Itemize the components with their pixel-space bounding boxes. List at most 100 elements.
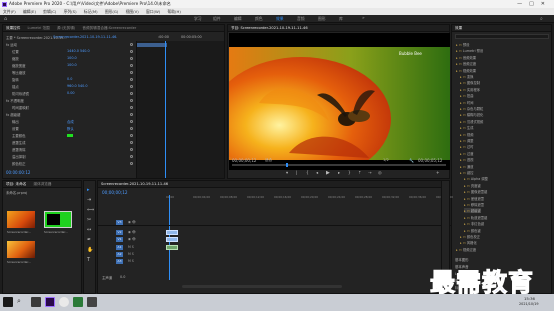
project-item-name-1[interactable]: Screenrecorder...	[7, 230, 31, 234]
effect-tree-item[interactable]: 透视	[460, 157, 474, 162]
effect-property-value[interactable]: 100.0	[67, 63, 77, 67]
tab-lumetri-scopes[interactable]: Lumetri 范围	[28, 26, 50, 30]
sequence-clip-label[interactable]: Screenrecorder-2021-10-19-11-11-46.	[53, 35, 117, 39]
effect-property-value[interactable]: 0.00	[67, 91, 75, 95]
clip-v2[interactable]	[166, 230, 178, 235]
effect-tree-item[interactable]: 颜色键	[464, 228, 481, 233]
ws-audio[interactable]: 音频	[297, 16, 305, 22]
mark-in-icon[interactable]: ▾	[286, 170, 288, 175]
track-mute-solo-icon[interactable]: M S	[128, 259, 134, 263]
effect-tree-item[interactable]: 视频	[460, 132, 474, 137]
track-target-label[interactable]: A2	[116, 252, 123, 257]
window-controls[interactable]: —□✕	[517, 0, 552, 8]
app-taskbar-icon-1[interactable]	[73, 297, 83, 307]
track-visibility-icon[interactable]: ◉ 👁	[128, 230, 136, 234]
reset-icon[interactable]	[130, 154, 133, 158]
fit-dropdown[interactable]: 适合	[265, 158, 272, 163]
effect-tree-item[interactable]: Lumetri 预设	[456, 48, 483, 53]
clock-time[interactable]: 15:36	[524, 296, 535, 301]
effect-tree-item[interactable]: 图像控制	[460, 80, 480, 85]
reset-icon[interactable]	[130, 119, 133, 123]
menu-marker[interactable]: 标记(M)	[84, 9, 98, 14]
effect-tree-item[interactable]: 亮度键	[464, 183, 481, 188]
ws-libraries[interactable]: 库	[339, 16, 343, 22]
razor-tool-icon[interactable]: ✂	[87, 217, 91, 223]
ws-graphics[interactable]: 图形	[318, 16, 326, 22]
reset-icon[interactable]	[130, 70, 133, 74]
home-icon[interactable]: ⌂	[4, 16, 7, 22]
program-current-time[interactable]: 00;00;00;12	[232, 158, 256, 163]
lift-icon[interactable]: ⇡	[358, 170, 362, 175]
reset-icon[interactable]	[130, 140, 133, 144]
menu-clip[interactable]: 剪辑(C)	[43, 9, 56, 14]
project-thumbnail-3[interactable]	[7, 241, 35, 258]
effect-tree-item[interactable]: 音频效果	[456, 55, 476, 60]
keyframe-area[interactable]	[136, 41, 224, 178]
ws-editing[interactable]: 编辑	[234, 16, 242, 22]
track-target-label[interactable]: V1	[116, 237, 123, 242]
reset-icon[interactable]	[130, 42, 133, 46]
effect-property-value[interactable]: 960.0 540.0	[67, 84, 88, 88]
timeline-timecode[interactable]: 00;00;00;12	[102, 190, 128, 195]
effects-search-input[interactable]	[455, 34, 549, 39]
pen-tool-icon[interactable]: ✒	[87, 237, 91, 243]
effect-property-value[interactable]: 合成	[67, 119, 74, 124]
effect-tree-item[interactable]: 风格化	[460, 240, 477, 245]
effect-tree-item[interactable]: 轨道遮罩键	[464, 215, 487, 220]
effect-property-value[interactable]: 0.0	[67, 77, 72, 81]
track-target-label[interactable]: A1	[116, 245, 123, 250]
tab-sequence[interactable]: Screenrecorder-2021-10-19-11-11-46	[101, 182, 168, 186]
step-forward-icon[interactable]: ▸	[338, 170, 340, 175]
reset-icon[interactable]	[130, 126, 133, 130]
clock-date[interactable]: 2021/10/19	[519, 302, 539, 306]
ripple-edit-tool-icon[interactable]: ⟺	[87, 207, 94, 213]
extract-icon[interactable]: ⇢	[368, 170, 372, 175]
effect-property-value[interactable]: 默认	[67, 126, 74, 131]
ws-learning[interactable]: 学习	[194, 16, 202, 22]
reset-icon[interactable]	[130, 112, 133, 116]
effect-tree-item[interactable]: 图像遮罩键	[464, 189, 487, 194]
effect-tree-item[interactable]: 调整	[460, 138, 474, 143]
effect-tree-item[interactable]: Alpha 调整	[464, 176, 488, 181]
more-workspaces-icon[interactable]: »	[362, 16, 365, 21]
track-select-tool-icon[interactable]: ⇥	[87, 197, 91, 203]
effect-tree-item[interactable]: 视频效果	[456, 68, 476, 73]
search-icon[interactable]: ⌕	[540, 16, 543, 22]
menu-sequence[interactable]: 序列(S)	[64, 9, 77, 14]
track-mute-solo-icon[interactable]: M S	[128, 252, 134, 256]
tab-media-browser[interactable]: 媒体浏览器	[33, 182, 51, 186]
add-button-icon[interactable]: +	[436, 170, 440, 175]
effect-tree-item[interactable]: 差值遮罩	[464, 196, 484, 201]
slip-tool-icon[interactable]: ↔	[87, 227, 91, 233]
effect-tree-item[interactable]: 键控	[460, 170, 474, 175]
tab-effect-controls[interactable]: 效果控件	[6, 26, 20, 30]
wrench-icon[interactable]: 🔧	[409, 158, 414, 163]
ws-effects[interactable]: 效果	[276, 16, 284, 22]
menu-file[interactable]: 文件(F)	[3, 9, 16, 14]
track-visibility-icon[interactable]: ◉ 👁	[128, 220, 136, 224]
ws-assembly[interactable]: 组件	[213, 16, 221, 22]
track-header[interactable]: V3 ◉ 👁	[102, 220, 164, 226]
effect-controls-timecode[interactable]: 00:00:00:12	[6, 170, 30, 175]
export-frame-icon[interactable]: ◎	[378, 170, 382, 175]
app-taskbar-icon-2[interactable]	[87, 297, 97, 307]
menu-view[interactable]: 视图(V)	[126, 9, 139, 14]
reset-icon[interactable]	[130, 133, 133, 137]
menu-graphics[interactable]: 图形(G)	[105, 9, 119, 14]
effect-tree-item[interactable]: 沉浸式视频	[460, 119, 483, 124]
program-playhead[interactable]	[286, 163, 288, 167]
effect-tree-item[interactable]: 模糊与锐化	[460, 112, 483, 117]
premiere-taskbar-icon[interactable]	[45, 297, 55, 307]
go-to-out-icon[interactable]: }	[348, 170, 351, 175]
menu-edit[interactable]: 编辑(E)	[23, 9, 36, 14]
effect-tree-item[interactable]: 视频过渡	[456, 247, 476, 252]
resolution-dropdown[interactable]: 1/2	[383, 158, 389, 162]
selection-tool-icon[interactable]: ▸	[87, 187, 90, 193]
effect-tree-item[interactable]: 杂色与颗粒	[460, 106, 483, 111]
track-header[interactable]: A3 M S	[102, 259, 164, 265]
track-header[interactable]: A1 M S	[102, 245, 164, 251]
panel-tab-1[interactable]: 基本图形	[455, 257, 469, 262]
project-thumbnail-2[interactable]	[44, 211, 72, 228]
effect-tree-item[interactable]: 预设	[456, 42, 470, 47]
effect-tree-item[interactable]: 音频过渡	[456, 61, 476, 66]
